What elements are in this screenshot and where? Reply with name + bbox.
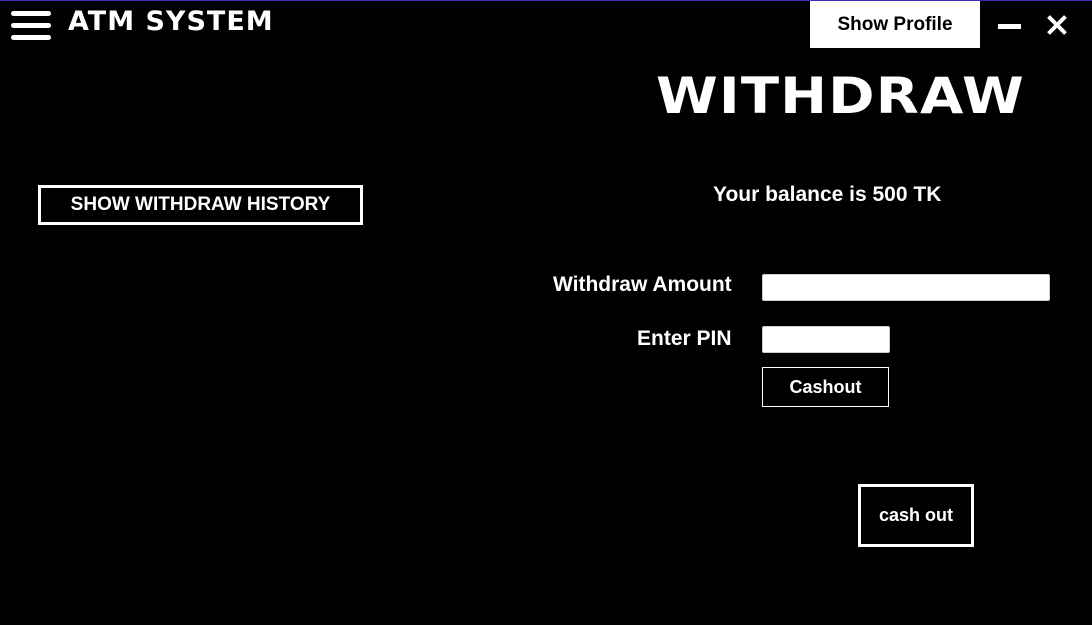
- cash-out-button[interactable]: cash out: [858, 484, 974, 547]
- cashout-button[interactable]: Cashout: [762, 367, 889, 407]
- close-icon[interactable]: [1042, 11, 1072, 41]
- withdraw-amount-label: Withdraw Amount: [553, 273, 732, 296]
- show-withdraw-history-button[interactable]: SHOW WITHDRAW HISTORY: [38, 185, 363, 225]
- show-profile-button[interactable]: Show Profile: [810, 1, 980, 48]
- pin-input[interactable]: [762, 326, 890, 353]
- withdraw-amount-input[interactable]: [762, 274, 1050, 301]
- minimize-icon[interactable]: [996, 15, 1024, 35]
- app-title: ATM SYSTEM: [68, 6, 274, 37]
- hamburger-menu-icon[interactable]: [11, 11, 51, 41]
- pin-label: Enter PIN: [637, 327, 732, 350]
- atm-window: ATM SYSTEM Show Profile WITHDRAW SHOW WI…: [0, 0, 1092, 625]
- balance-text: Your balance is 500 TK: [713, 183, 942, 206]
- page-title: WITHDRAW: [656, 67, 1025, 125]
